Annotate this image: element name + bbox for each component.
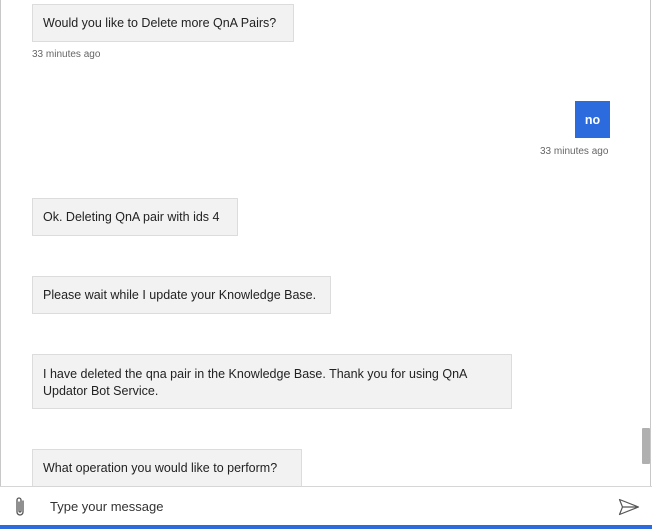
- message-text: What operation you would like to perform…: [43, 461, 278, 475]
- message-text: Would you like to Delete more QnA Pairs?: [43, 16, 277, 30]
- bot-message: Would you like to Delete more QnA Pairs?: [32, 4, 294, 42]
- user-message: no: [575, 101, 610, 138]
- message-text: Please wait while I update your Knowledg…: [43, 288, 317, 302]
- message-text: no: [584, 112, 601, 127]
- bot-message: I have deleted the qna pair in the Knowl…: [32, 354, 512, 409]
- bottom-accent-bar: [0, 525, 652, 529]
- input-bar: [0, 486, 652, 525]
- bot-message: Please wait while I update your Knowledg…: [32, 276, 331, 314]
- paperclip-icon[interactable]: [12, 495, 28, 519]
- scrollbar-thumb[interactable]: [642, 428, 650, 464]
- chat-history[interactable]: Would you like to Delete more QnA Pairs?…: [0, 0, 652, 486]
- send-icon[interactable]: [618, 498, 640, 516]
- message-timestamp: 33 minutes ago: [32, 49, 101, 60]
- message-input[interactable]: [46, 494, 604, 518]
- message-text: Ok. Deleting QnA pair with ids 4: [43, 210, 220, 224]
- message-timestamp: 33 minutes ago: [540, 146, 609, 157]
- window-border-right: [650, 0, 651, 486]
- bot-message: What operation you would like to perform…: [32, 449, 302, 486]
- message-text: I have deleted the qna pair in the Knowl…: [43, 367, 467, 398]
- bot-message: Ok. Deleting QnA pair with ids 4: [32, 198, 238, 236]
